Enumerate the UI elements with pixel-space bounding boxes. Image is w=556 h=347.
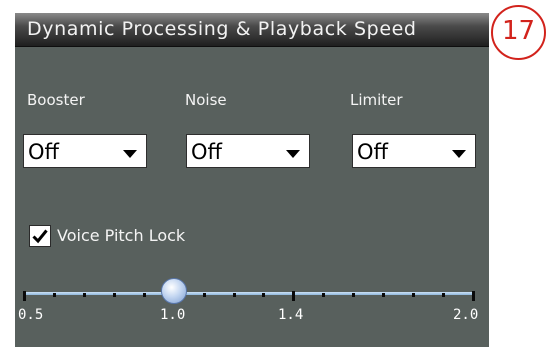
slider-tick-major <box>292 291 295 301</box>
limiter-dropdown[interactable]: Off <box>352 134 476 168</box>
slider-tick <box>233 293 236 297</box>
noise-selected-value: Off <box>191 140 222 164</box>
booster-dropdown[interactable]: Off <box>23 134 147 168</box>
panel-title: Dynamic Processing & Playback Speed <box>27 18 417 40</box>
chevron-down-icon <box>286 150 300 158</box>
limiter-selected-value: Off <box>357 140 388 164</box>
slider-tick <box>83 293 86 297</box>
booster-label: Booster <box>27 91 85 109</box>
slider-tick <box>113 293 116 297</box>
noise-label: Noise <box>185 91 227 109</box>
slider-tick <box>203 293 206 297</box>
slider-tick <box>322 293 325 297</box>
checkmark-icon <box>32 229 48 244</box>
slider-thumb[interactable] <box>161 278 187 304</box>
slider-tick-major <box>23 291 26 301</box>
slider-tick <box>53 293 56 297</box>
scale-label-min: 0.5 <box>18 307 44 323</box>
scale-label-1-0: 1.0 <box>160 307 186 323</box>
voice-pitch-lock-label: Voice Pitch Lock <box>57 226 186 245</box>
scale-label-1-4: 1.4 <box>278 307 304 323</box>
chevron-down-icon <box>452 150 466 158</box>
callout-number-badge: 17 <box>491 5 546 60</box>
callout-number: 17 <box>501 16 536 46</box>
noise-dropdown[interactable]: Off <box>186 134 310 168</box>
slider-tick <box>352 293 355 297</box>
voice-pitch-lock-checkbox[interactable] <box>29 225 51 247</box>
chevron-down-icon <box>123 150 137 158</box>
booster-selected-value: Off <box>28 140 59 164</box>
limiter-label: Limiter <box>350 91 403 109</box>
slider-tick <box>143 293 146 297</box>
slider-tick-major <box>472 291 475 301</box>
slider-track[interactable] <box>23 292 475 295</box>
panel-titlebar: Dynamic Processing & Playback Speed <box>15 13 489 47</box>
slider-tick <box>412 293 415 297</box>
scale-label-max: 2.0 <box>453 307 479 323</box>
dynamic-processing-panel: Dynamic Processing & Playback Speed Boos… <box>15 13 489 347</box>
slider-tick <box>262 293 265 297</box>
slider-tick <box>382 293 385 297</box>
slider-tick <box>442 293 445 297</box>
